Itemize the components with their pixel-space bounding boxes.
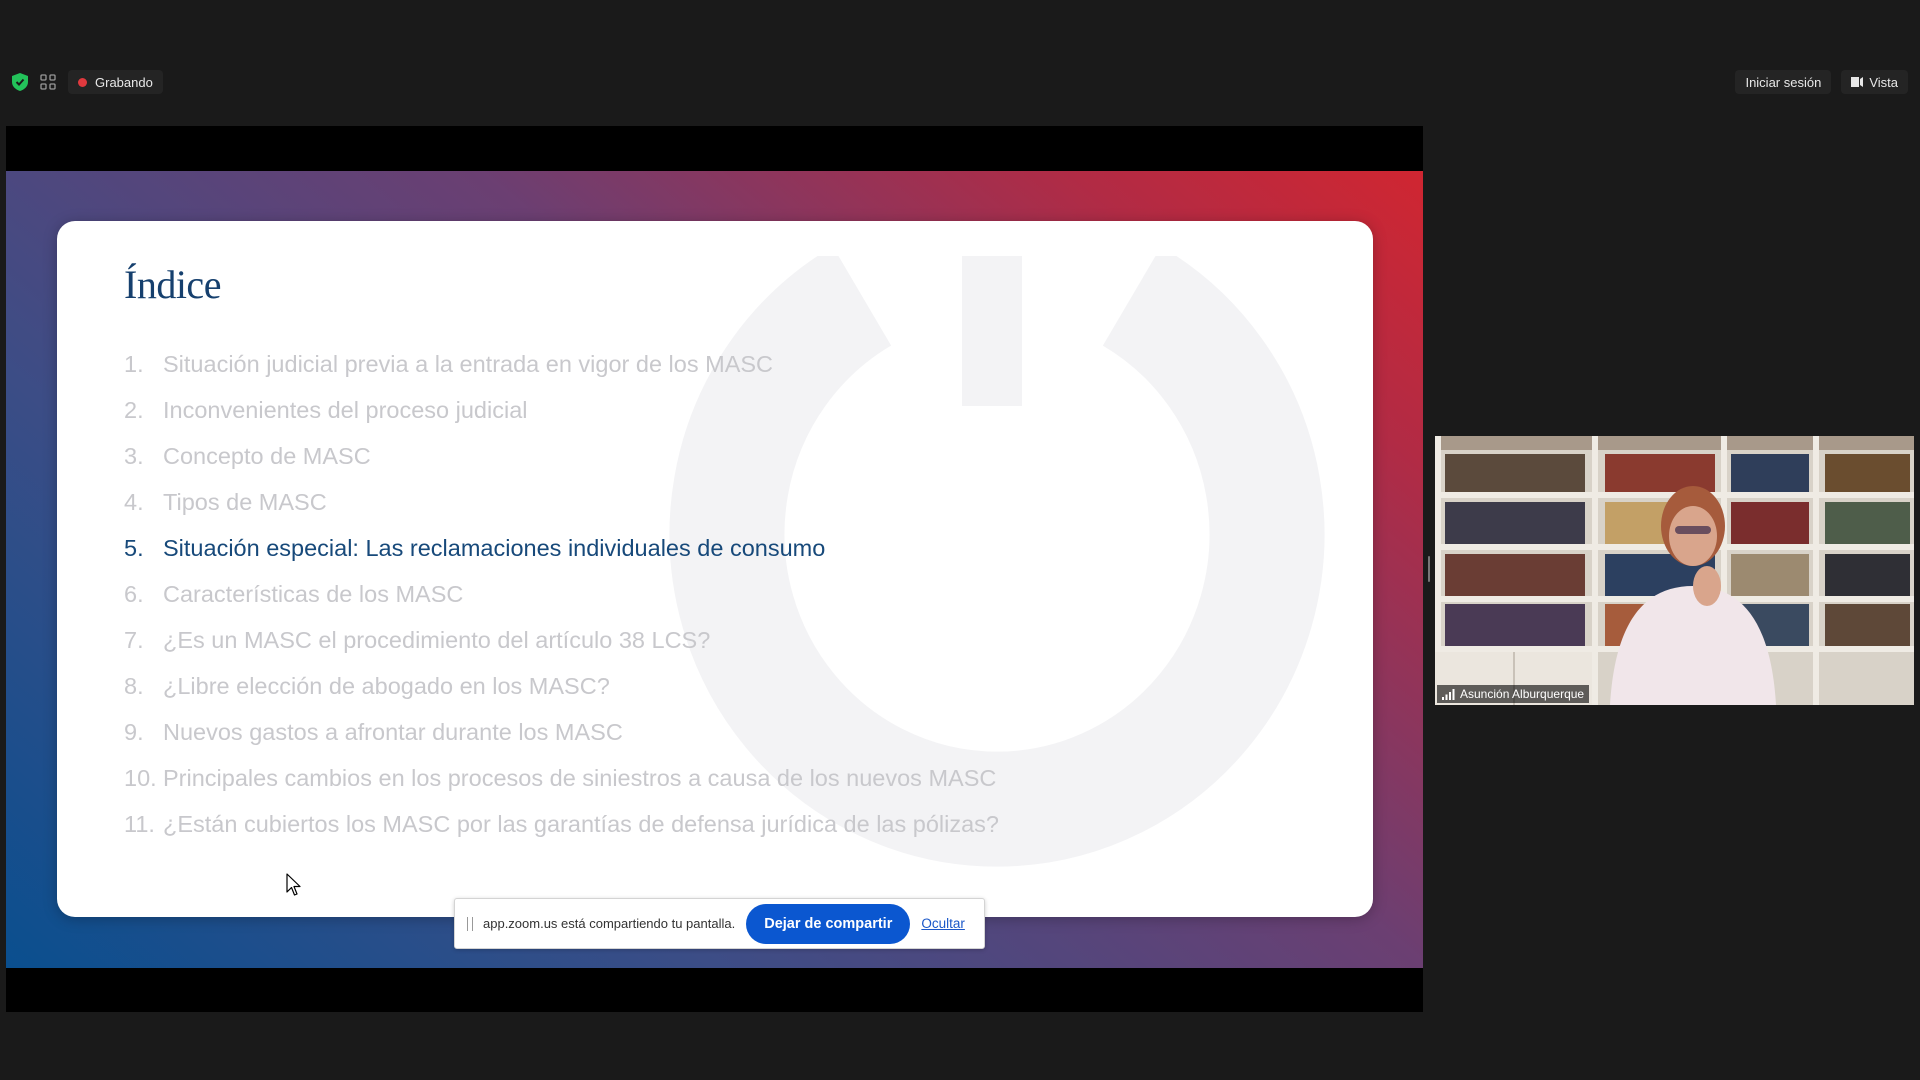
participant-video[interactable]: Asunción Alburquerque <box>1435 436 1914 705</box>
toc-item-number: 5. <box>124 534 144 561</box>
toc-item-number: 8. <box>124 672 144 699</box>
toc-item-number: 2. <box>124 396 144 423</box>
presentation-slide: Índice 1. Situación judicial previa a la … <box>6 171 1423 968</box>
panel-resize-handle[interactable] <box>1428 556 1430 582</box>
toc-list: 1. Situación judicial previa a la entrada… <box>124 341 999 847</box>
slide-title: Índice <box>124 262 221 307</box>
toc-item-number: 9. <box>124 718 144 745</box>
toc-item: 10. Principales cambios en los procesos d… <box>124 755 999 801</box>
toc-item-number: 6. <box>124 580 144 607</box>
toc-item-text: Principales cambios en los procesos de s… <box>163 764 997 791</box>
toc-item-text: Concepto de MASC <box>163 442 371 469</box>
view-icon <box>1851 77 1864 87</box>
meeting-top-bar: Grabando Iniciar sesión Vista <box>0 66 1920 98</box>
toc-item: 8. ¿Libre elección de abogado en los MASC… <box>124 663 999 709</box>
toc-item-text: Nuevos gastos a afrontar durante los MAS… <box>163 718 623 745</box>
toc-item: 9. Nuevos gastos a afrontar durante los M… <box>124 709 999 755</box>
slide-card: Índice 1. Situación judicial previa a la … <box>57 221 1373 917</box>
recording-indicator[interactable]: Grabando <box>68 70 163 94</box>
toc-item-text: ¿Libre elección de abogado en los MASC? <box>163 672 610 699</box>
toc-item-text: ¿Están cubiertos los MASC por las garant… <box>163 810 999 837</box>
toc-item-number: 10. <box>124 764 157 791</box>
share-message: app.zoom.us está compartiendo tu pantall… <box>483 916 736 931</box>
view-label: Vista <box>1869 74 1898 90</box>
top-bar-right: Iniciar sesión Vista <box>1735 66 1908 98</box>
screen-share-notice: app.zoom.us está compartiendo tu pantall… <box>454 898 985 949</box>
toc-item: 11. ¿Están cubiertos los MASC por las gar… <box>124 801 999 847</box>
toc-item-text: ¿Es un MASC el procedimiento del artícul… <box>163 626 711 653</box>
toc-item-text: Características de los MASC <box>163 580 464 607</box>
shared-screen: Índice 1. Situación judicial previa a la … <box>6 126 1423 1012</box>
signal-icon <box>1442 688 1455 700</box>
toc-item: 3. Concepto de MASC <box>124 433 999 479</box>
toc-item-text: Tipos de MASC <box>163 488 327 515</box>
toc-item-number: 1. <box>124 350 144 377</box>
signin-label: Iniciar sesión <box>1745 74 1822 90</box>
video-feed <box>1435 436 1914 705</box>
toc-item-number: 11. <box>124 810 155 837</box>
apps-grid-icon[interactable] <box>40 74 56 90</box>
top-bar-left: Grabando <box>12 66 163 98</box>
toc-item: 2. Inconvenientes del proceso judicial <box>124 387 999 433</box>
toc-item: 7. ¿Es un MASC el procedimiento del artíc… <box>124 617 999 663</box>
toc-item-number: 7. <box>124 626 144 653</box>
toc-item-number: 4. <box>124 488 144 515</box>
hide-link[interactable]: Ocultar <box>921 916 965 931</box>
toc-item-text: Situación especial: Las reclamaciones in… <box>163 534 826 561</box>
signin-button[interactable]: Iniciar sesión <box>1735 70 1832 94</box>
drag-handle[interactable] <box>467 916 473 931</box>
participant-name-tag: Asunción Alburquerque <box>1437 685 1590 703</box>
recording-dot-icon <box>78 77 87 87</box>
toc-item-text: Situación judicial previa a la entrada e… <box>163 350 774 377</box>
security-shield-icon[interactable] <box>12 73 28 91</box>
recording-label: Grabando <box>95 74 153 90</box>
toc-item-number: 3. <box>124 442 144 469</box>
toc-item-text: Inconvenientes del proceso judicial <box>163 396 528 423</box>
toc-item: 5. Situación especial: Las reclamaciones … <box>124 525 999 571</box>
participant-name: Asunción Alburquerque <box>1460 687 1585 701</box>
mouse-cursor-icon <box>286 873 301 896</box>
view-button[interactable]: Vista <box>1841 70 1908 94</box>
toc-item: 4. Tipos de MASC <box>124 479 999 525</box>
stop-sharing-button[interactable]: Dejar de compartir <box>746 903 911 944</box>
toc-item: 1. Situación judicial previa a la entrada… <box>124 341 999 387</box>
toc-item: 6. Características de los MASC <box>124 571 999 617</box>
